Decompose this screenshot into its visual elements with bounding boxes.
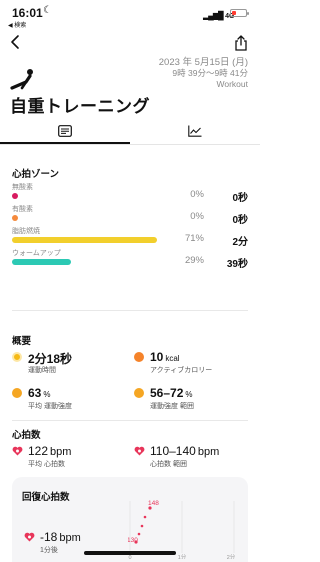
range-bolt-icon <box>134 388 144 398</box>
calories-label: アクティブカロリー <box>150 367 213 374</box>
recovery-title: 回復心拍数 <box>22 492 70 503</box>
strength-range-number: 56–72 <box>150 386 184 400</box>
zone-label: 脂肪燃焼 <box>12 228 40 235</box>
share-icon[interactable] <box>233 34 249 52</box>
avg-heart-rate-label: 平均 心拍数 <box>28 461 65 468</box>
duration-label: 運動時間 <box>28 367 56 374</box>
recovery-value: -18 bpm <box>40 530 81 544</box>
recovery-card[interactable]: 回復心拍数 -18 bpm 1分後 148 130 0 1分 2分 <box>12 477 248 562</box>
heart-rate-title: 心拍数 <box>12 430 41 441</box>
zone-time: 0秒 <box>232 215 248 226</box>
summary-icon <box>58 125 72 137</box>
zone-time: 39秒 <box>226 259 248 270</box>
zone-percent: 71% <box>184 233 204 244</box>
back-to-app-link[interactable]: ◀ 検索 <box>8 20 26 29</box>
strength-bolt-icon <box>12 388 22 398</box>
heart-rate-range-label: 心拍数 範囲 <box>150 461 187 468</box>
zone-time: 0秒 <box>232 193 248 204</box>
recovery-point <box>140 524 144 528</box>
recovery-point <box>143 515 147 519</box>
calories-unit: kcal <box>165 354 180 363</box>
zone-label: 無酸素 <box>12 184 33 191</box>
page-title: 自重トレーニング <box>10 97 150 116</box>
peak-label: 148 <box>148 500 159 507</box>
date-line: 2023 年 5月15日 (月) <box>158 57 248 68</box>
status-bar: 16:01 ☾ ◀ 検索 ▂▄▆█ 4G <box>0 0 260 30</box>
strength-range-value: 56–72% <box>150 386 193 400</box>
x-tick-label: 1分 <box>178 553 187 559</box>
x-tick-label: 0 <box>128 555 131 559</box>
tab-chart[interactable] <box>130 118 260 146</box>
zone-percent: 0% <box>190 189 204 200</box>
zones-title: 心拍ゾーン <box>12 169 60 180</box>
zone-bar <box>12 259 71 265</box>
zone-percent: 0% <box>190 211 204 222</box>
avg-heart-rate-value: 122 bpm <box>28 444 71 458</box>
zone-label: ウォームアップ <box>12 250 61 257</box>
recovery-point <box>137 532 141 536</box>
timer-icon <box>12 352 22 362</box>
calories-value: 10 kcal <box>150 350 180 364</box>
recovery-chart: 148 130 0 1分 2分 <box>128 500 236 559</box>
zone-dot <box>12 215 18 221</box>
heart-rate-range-value: 110–140 bpm <box>150 444 219 458</box>
heart-rate-range-unit: bpm <box>197 446 220 458</box>
x-tick-label: 2分 <box>227 553 236 559</box>
zone-label: 有酸素 <box>12 206 33 213</box>
chart-icon <box>188 125 202 137</box>
section-divider <box>12 310 248 311</box>
zone-bar <box>12 237 157 243</box>
low-label: 130 <box>128 537 138 544</box>
strength-range-unit: % <box>185 390 193 399</box>
heart-rate-range-number: 110–140 <box>150 444 196 458</box>
avg-strength-number: 63 <box>28 386 42 400</box>
tab-divider <box>0 144 260 145</box>
section-divider <box>12 420 248 421</box>
time-range: 9時 39分〜9時 41分 <box>172 68 248 78</box>
recovery-unit: bpm <box>59 532 81 544</box>
zone-percent: 29% <box>184 255 204 266</box>
heart-icon <box>24 532 35 542</box>
avg-strength-value: 63% <box>28 386 50 400</box>
avg-strength-unit: % <box>43 390 51 399</box>
back-chevron-icon[interactable] <box>8 34 24 50</box>
workout-date: 2023 年 5月15日 (月) 9時 39分〜9時 41分 Workout <box>159 57 248 90</box>
zone-dot <box>12 193 18 199</box>
calories-number: 10 <box>150 350 164 364</box>
recovery-label: 1分後 <box>40 547 58 554</box>
battery-level <box>232 11 236 15</box>
summary-title: 概要 <box>12 336 32 347</box>
heart-icon <box>134 446 145 456</box>
bodyweight-workout-icon <box>10 69 33 90</box>
battery-icon <box>230 9 249 17</box>
moon-icon: ☾ <box>43 5 52 16</box>
avg-heart-rate-number: 122 <box>28 444 49 458</box>
flame-icon <box>134 352 144 362</box>
heart-icon <box>12 446 23 456</box>
cellular-bars: ▂▄▆█ <box>203 11 224 20</box>
workout-type: Workout <box>216 79 249 89</box>
recovery-number: -18 <box>40 530 58 544</box>
home-indicator[interactable] <box>84 551 176 555</box>
avg-strength-label: 平均 運動強度 <box>28 403 72 410</box>
zone-time: 2分 <box>232 237 248 248</box>
status-time: 16:01 <box>12 6 43 20</box>
strength-range-label: 運動強度 範囲 <box>150 403 194 410</box>
avg-heart-rate-unit: bpm <box>50 446 72 458</box>
